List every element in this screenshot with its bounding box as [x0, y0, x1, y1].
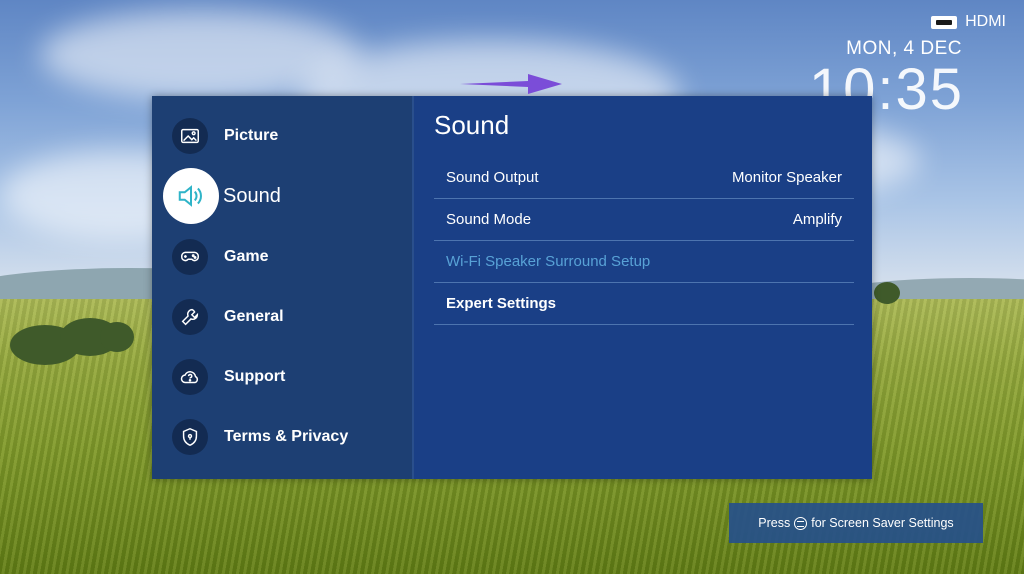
- menu-button-icon: [794, 516, 808, 530]
- row-label: Sound Output: [446, 169, 539, 186]
- speaker-icon: [163, 168, 219, 224]
- sidebar-item-label: Terms & Privacy: [224, 428, 349, 445]
- row-label: Sound Mode: [446, 211, 532, 228]
- hint-suffix: for Screen Saver Settings: [811, 516, 954, 530]
- wrench-icon: [172, 299, 208, 335]
- input-source-indicator: HDMI: [931, 13, 1006, 31]
- screen-saver-hint: Press for Screen Saver Settings: [729, 503, 983, 543]
- sidebar-item-support[interactable]: Support: [172, 359, 285, 395]
- annotation-arrow-icon: [460, 74, 562, 94]
- sidebar-item-label: Support: [224, 368, 286, 385]
- input-source-label: HDMI: [965, 13, 1006, 30]
- gamepad-icon: [172, 239, 208, 275]
- row-label: Wi-Fi Speaker Surround Setup: [446, 253, 651, 270]
- sidebar-item-label: Game: [224, 248, 269, 265]
- sound-output-row[interactable]: Sound Output Monitor Speaker: [434, 157, 854, 199]
- wifi-speaker-surround-row: Wi-Fi Speaker Surround Setup: [434, 241, 854, 283]
- page-title: Sound: [434, 110, 510, 140]
- sidebar-item-terms-privacy[interactable]: Terms & Privacy: [172, 419, 348, 455]
- settings-panel: Picture Sound Game General Support Terms…: [152, 96, 872, 479]
- sidebar-item-label: Sound: [223, 184, 281, 207]
- cloud-question-icon: [172, 359, 208, 395]
- sidebar-item-game[interactable]: Game: [172, 239, 268, 275]
- settings-sidebar: Picture Sound Game General Support Terms…: [152, 96, 412, 479]
- hdmi-icon: [931, 15, 958, 29]
- row-label: Expert Settings: [446, 295, 557, 312]
- sidebar-item-label: Picture: [224, 127, 279, 144]
- sidebar-item-general[interactable]: General: [172, 299, 284, 335]
- sidebar-item-sound[interactable]: Sound: [163, 168, 281, 224]
- expert-settings-row[interactable]: Expert Settings: [434, 283, 854, 325]
- row-value: Monitor Speaker: [731, 169, 842, 186]
- row-value: Amplify: [792, 211, 842, 228]
- sidebar-item-label: General: [224, 308, 284, 325]
- hint-prefix: Press: [758, 516, 791, 530]
- picture-icon: [172, 118, 208, 154]
- sound-mode-row[interactable]: Sound Mode Amplify: [434, 199, 854, 241]
- sound-settings-content: Sound Sound Output Monitor Speaker Sound…: [412, 96, 872, 479]
- sidebar-item-picture[interactable]: Picture: [172, 118, 278, 154]
- shield-icon: [172, 419, 208, 455]
